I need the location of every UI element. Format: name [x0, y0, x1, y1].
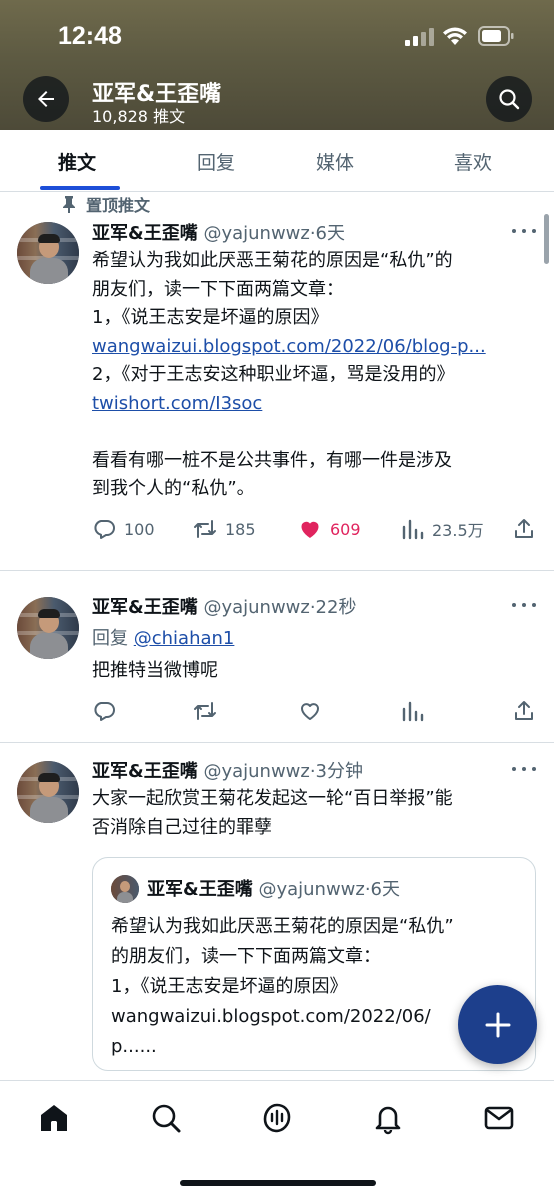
tweet-count: 10,828 推文	[92, 107, 186, 126]
compose-plus-icon	[485, 1012, 510, 1037]
more-options-button[interactable]	[512, 227, 536, 235]
tweet-text: 大家一起欣赏王菊花发起这一轮“百日举报”能 否消除自己过往的罪孽	[92, 785, 532, 842]
tweet-link[interactable]: wangwaizui.blogspot.com/2022/06/blog-p..…	[92, 333, 532, 362]
heart-icon	[301, 521, 319, 538]
profile-header-banner: 12:48 亚军&王歪嘴 10,828 推文	[0, 0, 554, 130]
back-button[interactable]	[23, 76, 69, 122]
tweet-line: 朋友们，读一下下面两篇文章：	[92, 278, 344, 300]
profile-tabs: 推文 回复 媒体 喜欢	[0, 130, 554, 192]
view-count: 23.5万	[432, 521, 484, 540]
tab-likes[interactable]: 喜欢	[454, 148, 492, 175]
share-button[interactable]	[512, 517, 536, 541]
back-arrow-icon	[38, 91, 54, 107]
quote-header: 亚军&王歪嘴 @yajunwwz·6天	[147, 875, 400, 901]
retweet-count: 185	[225, 519, 256, 539]
heart-outline-icon	[300, 703, 320, 720]
author-name[interactable]: 亚军&王歪嘴	[92, 223, 198, 244]
pin-icon	[63, 196, 75, 213]
like-button[interactable]	[298, 699, 322, 723]
author-handle-time[interactable]: @yajunwwz·3分钟	[203, 761, 363, 782]
avatar[interactable]	[17, 761, 79, 823]
more-options-button[interactable]	[512, 765, 536, 773]
tweet-link[interactable]: twishort.com/I3soc	[92, 390, 532, 419]
tweet-text: 希望认为我如此厌恶王菊花的原因是“私仇”的 朋友们，读一下下面两篇文章： 1，《…	[92, 247, 532, 504]
tweet-line: 否消除自己过往的罪孽	[92, 816, 272, 838]
avatar[interactable]	[17, 597, 79, 659]
views-button[interactable]: 23.5万	[400, 517, 484, 541]
home-indicator[interactable]	[180, 1180, 376, 1186]
retweet-icon	[194, 520, 216, 538]
tweet-line: 2，《对于王志安这种职业坏逼，骂是没用的》	[92, 364, 455, 385]
views-icon	[402, 701, 424, 722]
quote-handle-time: @yajunwwz·6天	[258, 879, 401, 900]
like-count: 609	[330, 519, 361, 539]
tab-replies[interactable]: 回复	[197, 148, 235, 175]
like-button[interactable]: 609	[298, 517, 361, 541]
reply-prefix: 回复	[92, 628, 128, 649]
compose-tweet-button[interactable]	[458, 985, 537, 1064]
cellular-signal-icon	[405, 28, 434, 46]
tweet-line: 把推特当微博呢	[92, 660, 218, 681]
views-button[interactable]	[400, 699, 424, 723]
tweet-header: 亚军&王歪嘴 @yajunwwz·22秒	[92, 593, 356, 619]
tab-media[interactable]: 媒体	[316, 148, 354, 175]
share-icon	[515, 701, 533, 720]
search-icon	[499, 89, 520, 110]
search-icon[interactable]	[149, 1101, 183, 1135]
scrollbar[interactable]	[544, 214, 549, 264]
tweet-line: 1，《说王志安是坏逼的原因》	[92, 307, 329, 328]
tweet-line: 大家一起欣赏王菊花发起这一轮“百日举报”能	[92, 788, 453, 809]
tab-tweets[interactable]: 推文	[58, 148, 96, 175]
retweet-icon	[194, 702, 216, 720]
author-name[interactable]: 亚军&王歪嘴	[92, 761, 198, 782]
quote-avatar	[111, 875, 139, 903]
mail-icon[interactable]	[482, 1101, 516, 1135]
search-button[interactable]	[486, 76, 532, 122]
reply-mention-link[interactable]: @chiahan1	[134, 628, 235, 649]
tweet-line: 希望认为我如此厌恶王菊花的原因是“私仇”的	[92, 250, 453, 271]
retweet-button[interactable]: 185	[193, 517, 256, 541]
reply-count: 100	[124, 519, 155, 539]
tweet-text: 把推特当微博呢	[92, 657, 532, 686]
wifi-icon	[443, 27, 467, 45]
author-handle-time[interactable]: @yajunwwz·6天	[203, 223, 345, 244]
author-handle-time[interactable]: @yajunwwz·22秒	[203, 597, 356, 618]
author-name[interactable]: 亚军&王歪嘴	[92, 597, 198, 618]
tweet-divider	[0, 570, 554, 571]
quote-line: 的朋友们，读一下下面两篇文章：	[111, 946, 381, 967]
active-tab-indicator	[40, 186, 120, 190]
quote-author-name: 亚军&王歪嘴	[147, 879, 253, 900]
tweet-line: 看看有哪一桩不是公共事件，有哪一件是涉及	[92, 449, 452, 471]
reply-button[interactable]	[92, 699, 116, 723]
pinned-tweet-label: 置顶推文	[62, 192, 150, 216]
tweet-actions: 100 185 609 23.5万	[92, 517, 533, 543]
spaces-icon[interactable]	[260, 1101, 294, 1135]
share-button[interactable]	[512, 699, 536, 723]
status-time: 12:48	[58, 22, 122, 50]
status-bar: 12:48	[0, 0, 554, 70]
tweet-header: 亚军&王歪嘴 @yajunwwz·3分钟	[92, 757, 363, 783]
battery-icon	[478, 26, 514, 46]
share-icon	[515, 519, 533, 538]
reply-button[interactable]: 100	[92, 517, 155, 541]
tweet-divider	[0, 742, 554, 743]
quote-line: 希望认为我如此厌恶王菊花的原因是“私仇”	[111, 916, 454, 937]
views-icon	[402, 519, 424, 540]
avatar[interactable]	[17, 222, 79, 284]
tweet-actions	[92, 699, 533, 725]
tweet-line: 到我个人的“私仇”。	[92, 478, 255, 499]
pinned-text: 置顶推文	[86, 196, 151, 215]
bell-icon[interactable]	[371, 1101, 405, 1135]
tweet-header: 亚军&王歪嘴 @yajunwwz·6天	[92, 219, 345, 245]
more-options-button[interactable]	[512, 601, 536, 609]
reply-icon	[94, 520, 115, 539]
retweet-button[interactable]	[193, 699, 217, 723]
reply-icon	[94, 702, 115, 721]
reply-context: 回复 @chiahan1	[92, 624, 234, 650]
home-icon[interactable]	[37, 1101, 71, 1135]
